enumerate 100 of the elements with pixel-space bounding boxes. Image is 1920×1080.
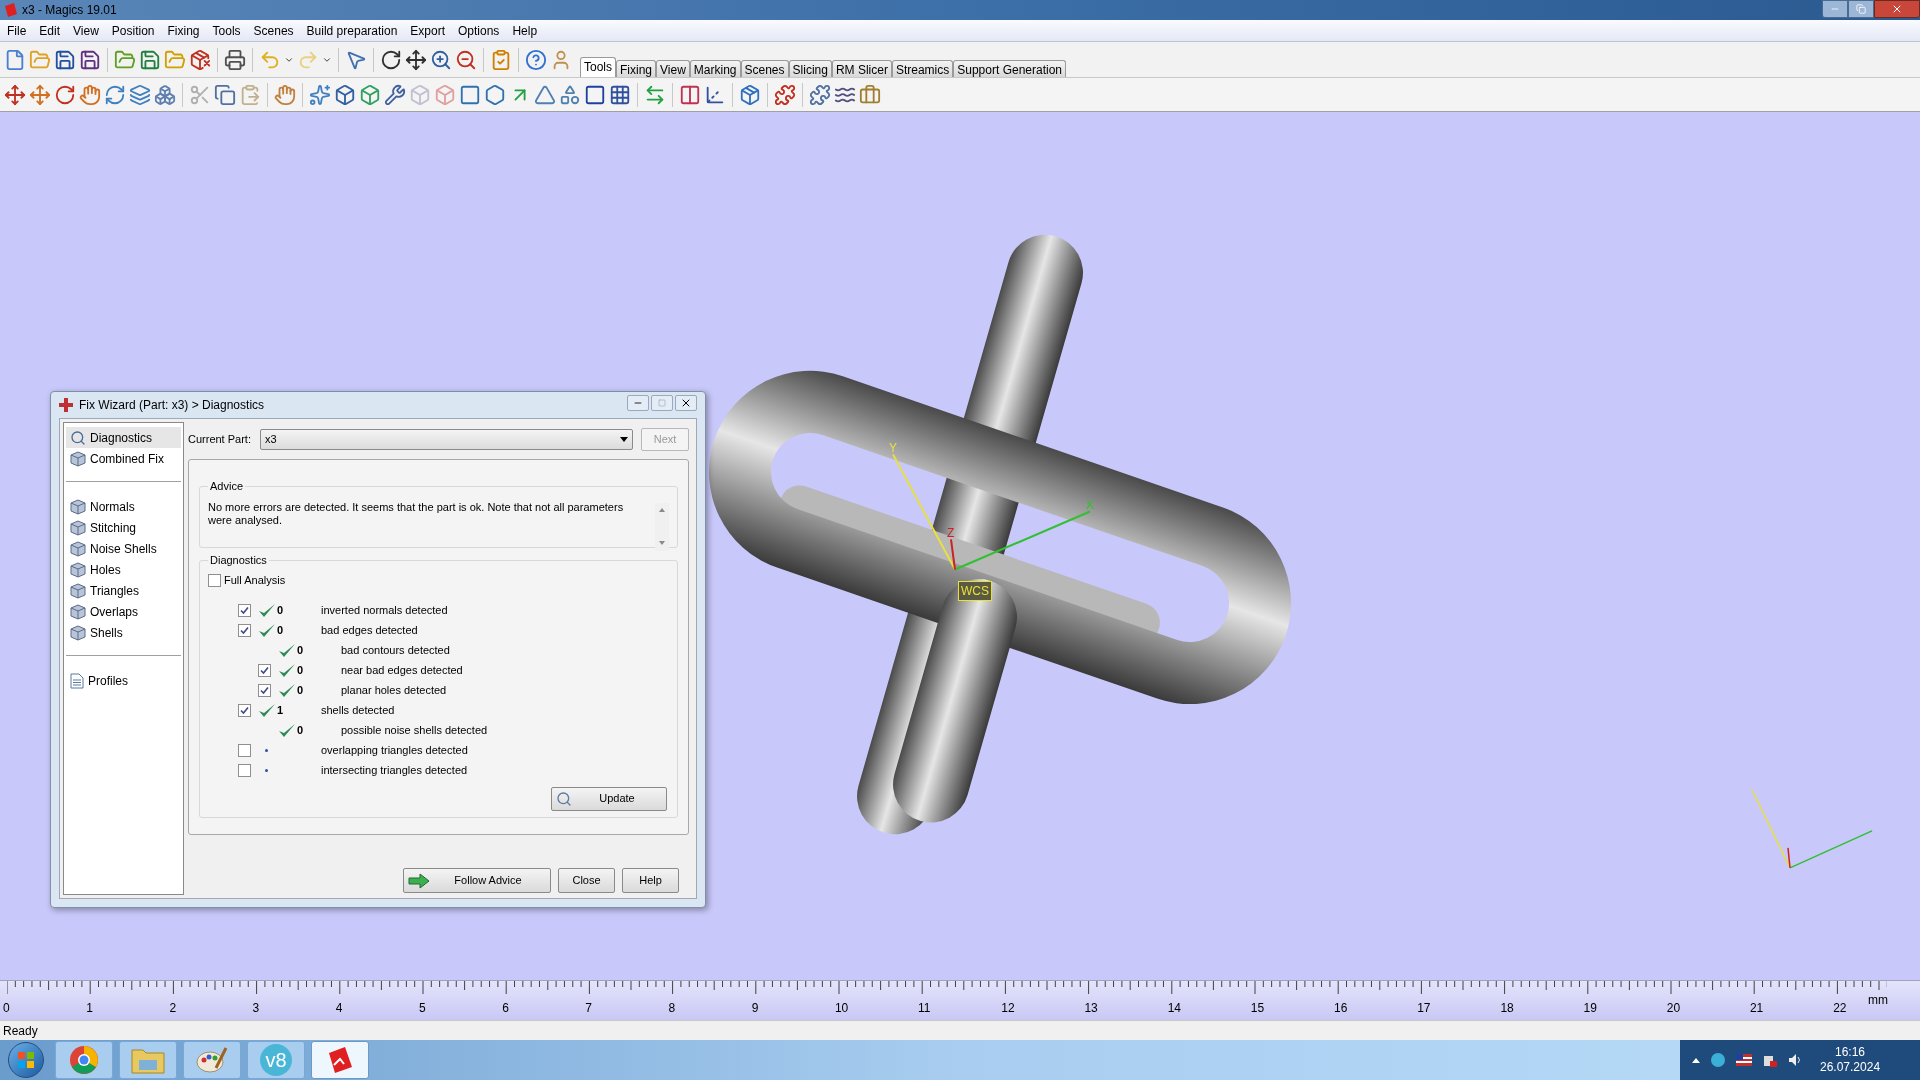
menu-item[interactable]: Scenes [253,21,294,40]
checkbox[interactable] [208,574,221,587]
puzzle-icon[interactable] [809,83,831,106]
boxes-icon[interactable] [154,83,176,106]
app-logo-icon [3,2,19,18]
zoom-icon[interactable] [455,49,477,71]
maximize-button[interactable] [1848,0,1874,18]
rotate-icon[interactable] [54,83,76,106]
hand-icon[interactable] [79,83,101,106]
part-dropdown[interactable]: x3 [260,428,633,450]
rotate-icon[interactable] [380,49,402,71]
wizard-step[interactable]: Profiles [66,670,181,691]
printer-icon[interactable] [224,49,246,71]
menu-item[interactable]: Edit [39,21,61,40]
ribbon-tab[interactable]: Fixing [616,60,657,77]
wizard-step[interactable]: Stitching [66,517,181,538]
status-text: Ready [3,1022,38,1040]
triangle-icon[interactable] [534,83,556,106]
menu-item[interactable]: View [73,21,99,40]
dialog-button[interactable]: Help [622,868,679,893]
menu-item[interactable]: File [7,21,27,40]
copy-icon[interactable] [214,83,236,106]
ribbon-tab[interactable]: Support Generation [953,60,1066,77]
dialog-button[interactable]: Follow Advice [403,868,551,893]
caret-icon[interactable] [322,55,332,65]
ribbon-tab[interactable]: Marking [689,60,741,77]
taskbar-button[interactable] [55,1041,113,1079]
wizard-step[interactable]: Noise Shells [66,538,181,559]
menu-item[interactable]: Tools [212,21,241,40]
advice-text: No more errors are detected. It seems that the part is ok. Note that not all parameters were analysed. [208,499,625,528]
square-icon[interactable] [584,83,606,106]
taskbar-button[interactable] [183,1041,241,1079]
file-icon[interactable] [4,49,26,71]
wrench-icon[interactable] [384,83,406,106]
move-icon[interactable] [405,49,427,71]
wizard-step[interactable]: Holes [66,559,181,580]
clipboard-check-icon[interactable] [490,49,512,71]
dialog-button[interactable]: Close [558,868,615,893]
layers-icon[interactable] [129,83,151,106]
hand-icon[interactable] [274,83,296,106]
wizard-step[interactable]: Combined Fix [66,448,181,469]
checkbox[interactable] [258,664,271,677]
grid-icon[interactable] [609,83,631,106]
checkbox[interactable] [238,744,251,757]
ribbon-tab[interactable]: Slicing [788,60,832,77]
shapes-icon[interactable] [559,83,581,106]
wizard-step[interactable]: Overlaps [66,601,181,622]
ruler-label: 2 [169,1001,177,1015]
start-button[interactable] [8,1042,44,1078]
ruler-label: 1 [86,1001,93,1015]
checkbox[interactable] [238,624,251,637]
caret-icon[interactable] [284,55,294,65]
taskbar-button[interactable] [311,1041,369,1079]
minimize-button[interactable] [627,395,649,411]
briefcase-icon[interactable] [859,83,881,106]
caret-icon[interactable] [1692,1057,1700,1063]
clipboard-icon[interactable] [239,83,261,106]
flag-icon[interactable] [1736,1054,1752,1066]
ribbon-tab[interactable]: Streamics [891,60,954,77]
wizard-step[interactable]: Normals [66,496,181,517]
menu-item[interactable]: Position [111,21,155,40]
checkbox[interactable] [238,704,251,717]
package-icon[interactable] [739,83,761,106]
ribbon-tab[interactable]: RM Slicer [831,60,892,77]
wizard-step[interactable]: Diagnostics [66,427,181,448]
close-button[interactable] [675,395,697,411]
menu-item[interactable]: Options [458,21,500,40]
folder-icon[interactable] [114,49,136,71]
zoom-icon[interactable] [430,49,452,71]
sparkle-icon[interactable] [309,83,331,106]
checkbox[interactable] [238,764,251,777]
square-icon[interactable] [459,83,481,106]
update-button[interactable]: Update [551,786,667,811]
menu-item[interactable]: Export [410,21,445,40]
checkbox[interactable] [238,604,251,617]
box-icon[interactable] [189,49,211,71]
help-icon[interactable] [525,49,547,71]
ribbon-tab[interactable]: Scenes [740,60,789,77]
cube-icon[interactable] [334,83,356,106]
menu-item[interactable]: Fixing [167,21,200,40]
wizard-step[interactable]: Shells [66,622,181,643]
ribbon-tab[interactable]: View [656,60,690,77]
arrows-icon[interactable] [644,83,666,106]
ribbon-tab[interactable]: Tools [580,57,616,77]
minimize-button[interactable] [1822,0,1848,18]
cursor-icon[interactable] [345,49,367,71]
wizard-step[interactable]: Triangles [66,580,181,601]
cube-icon[interactable] [359,83,381,106]
close-icon [680,397,692,409]
columns-icon[interactable] [679,83,701,106]
menu-item[interactable]: Build preparation [306,21,398,40]
move-icon[interactable] [4,83,26,106]
menu-item[interactable]: Help [512,21,538,40]
network-icon[interactable] [1710,1052,1726,1068]
unit-label: mm [1868,992,1888,1009]
close-icon [1891,3,1903,15]
puzzle-icon[interactable] [774,83,796,106]
checkbox[interactable] [258,684,271,697]
hexagon-icon[interactable] [484,83,506,106]
refresh-icon[interactable] [104,83,126,106]
